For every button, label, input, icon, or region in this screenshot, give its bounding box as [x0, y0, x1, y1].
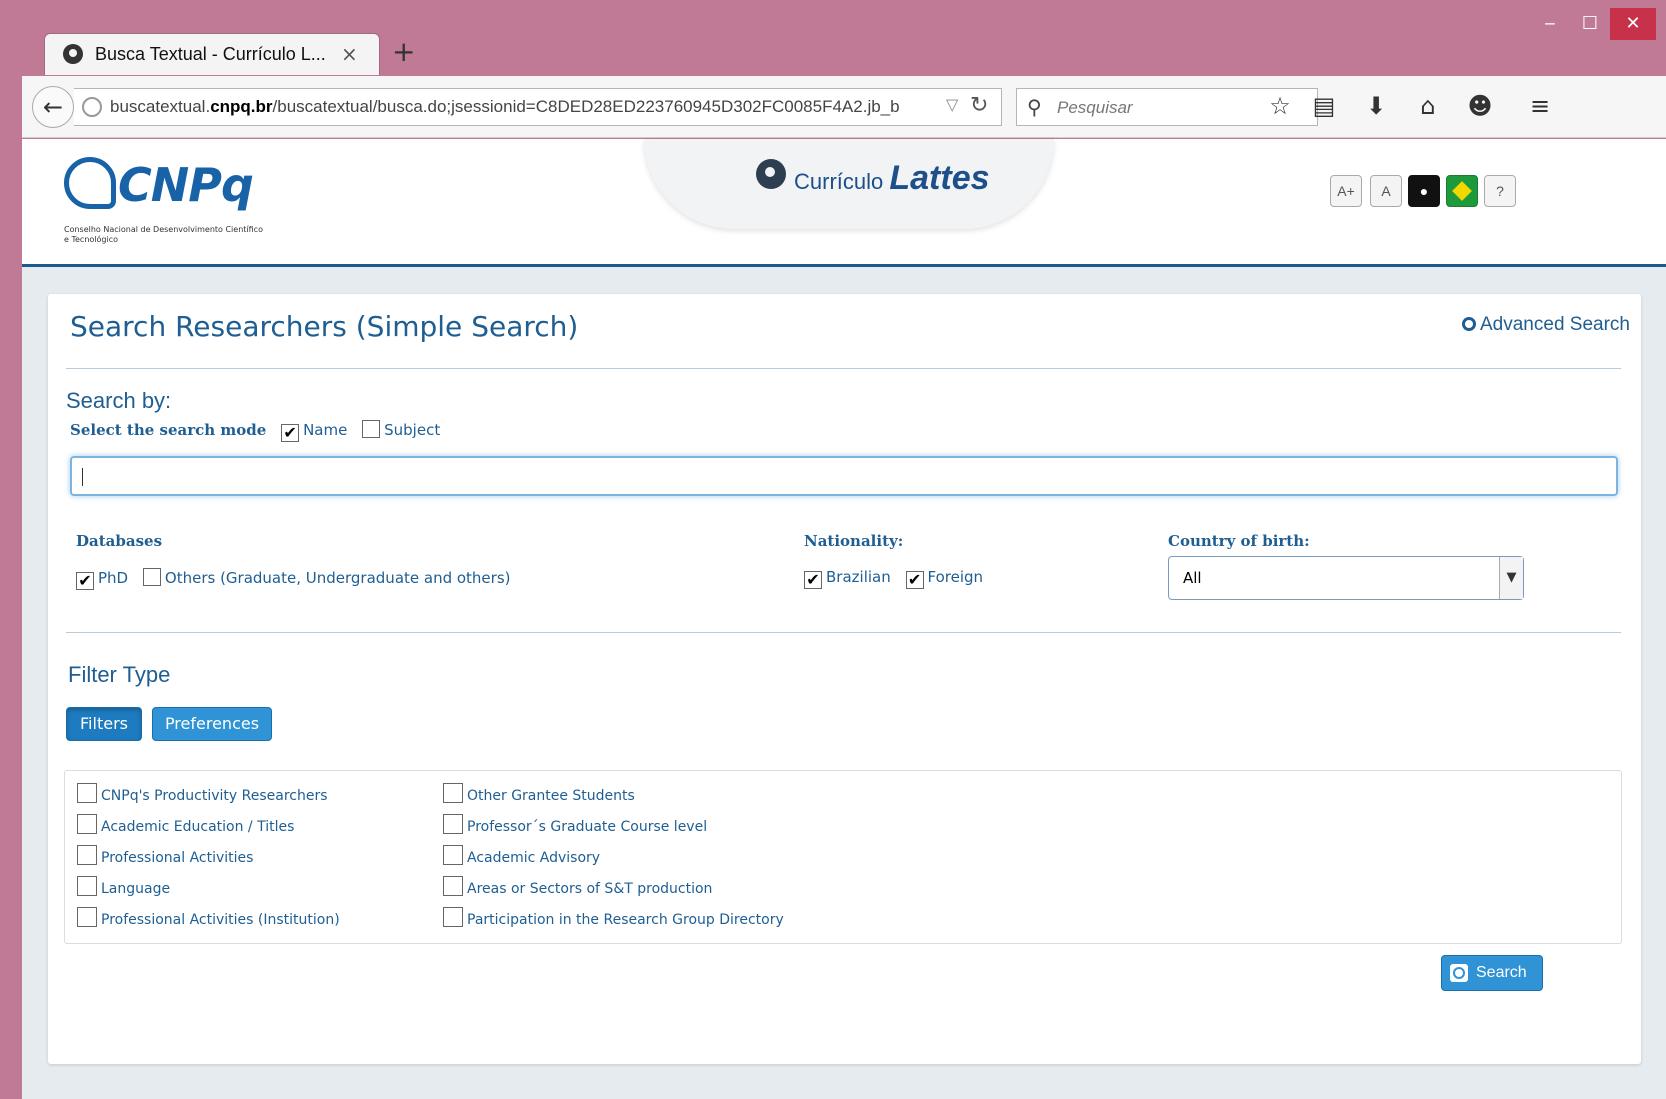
- databases-label: Databases: [76, 532, 163, 550]
- databases-options: ✔ PhD Others (Graduate, Undergraduate and…: [76, 568, 511, 590]
- divider: [66, 368, 1621, 369]
- search-button[interactable]: Search: [1441, 955, 1543, 991]
- filter-item[interactable]: Professor´s Graduate Course level: [443, 814, 784, 845]
- lattes-favicon-icon: [63, 44, 83, 64]
- filter-checkbox[interactable]: [443, 845, 463, 865]
- chevron-down-icon[interactable]: ▼: [1499, 557, 1523, 599]
- filter-item[interactable]: Professional Activities: [77, 845, 340, 876]
- filter-checkbox[interactable]: [443, 814, 463, 834]
- text-caret: [82, 468, 83, 486]
- search-mode-label: Select the search mode: [70, 421, 267, 439]
- filter-checkbox[interactable]: [77, 783, 97, 803]
- country-label: Country of birth:: [1168, 532, 1310, 550]
- search-icon: ⚲: [1027, 95, 1042, 119]
- home-icon[interactable]: ⌂: [1410, 88, 1446, 124]
- minimize-button[interactable]: ‒: [1530, 8, 1570, 40]
- brazilian-label: Brazilian: [826, 568, 891, 586]
- country-selected-value: All: [1183, 569, 1202, 587]
- page-title: Search Researchers (Simple Search): [70, 310, 579, 343]
- reading-list-icon[interactable]: ▤: [1306, 88, 1342, 124]
- close-tab-icon[interactable]: ×: [341, 42, 358, 66]
- phd-label: PhD: [98, 569, 129, 587]
- new-tab-button[interactable]: +: [392, 38, 415, 66]
- search-mode-row: Select the search mode ✔ Name Subject: [70, 420, 440, 442]
- cnpq-mark-icon: [64, 157, 116, 209]
- menu-icon[interactable]: ≡: [1522, 88, 1558, 124]
- search-icon: [1450, 964, 1468, 982]
- close-window-button[interactable]: ✕: [1610, 8, 1656, 40]
- brazilian-checkbox[interactable]: ✔: [804, 571, 822, 589]
- reload-icon[interactable]: ↻: [970, 93, 988, 118]
- star-icon[interactable]: ☆: [1262, 88, 1298, 124]
- lattes-icon: [756, 159, 786, 189]
- filter-checkbox[interactable]: [443, 876, 463, 896]
- search-card: Search Researchers (Simple Search) Advan…: [48, 294, 1641, 1064]
- filter-item[interactable]: Participation in the Research Group Dire…: [443, 907, 784, 938]
- nationality-options: ✔ Brazilian ✔ Foreign: [804, 568, 983, 589]
- cnpq-subtitle: Conselho Nacional de Desenvolvimento Cie…: [64, 225, 263, 244]
- tab-preferences[interactable]: Preferences: [152, 707, 272, 741]
- tab-filters[interactable]: Filters: [66, 707, 142, 741]
- divider: [66, 632, 1621, 633]
- lattes-banner[interactable]: Currículo Lattes: [644, 139, 1054, 229]
- filter-item[interactable]: Academic Advisory: [443, 845, 784, 876]
- country-select[interactable]: All ▼: [1168, 556, 1524, 600]
- filter-item[interactable]: Professional Activities (Institution): [77, 907, 340, 938]
- filter-checkbox[interactable]: [77, 876, 97, 896]
- brazil-flag-icon[interactable]: [1446, 175, 1478, 207]
- filter-checkbox[interactable]: [77, 845, 97, 865]
- filter-column-left: CNPq's Productivity Researchers Academic…: [77, 783, 340, 938]
- search-query-input[interactable]: [70, 456, 1618, 496]
- filter-checkbox[interactable]: [443, 907, 463, 927]
- nationality-label: Nationality:: [804, 532, 904, 550]
- filter-item[interactable]: Areas or Sectors of S&T production: [443, 876, 784, 907]
- filter-type-title: Filter Type: [68, 662, 171, 687]
- url-dropdown-icon[interactable]: ▽: [946, 95, 958, 114]
- subject-mode-label: Subject: [384, 421, 441, 439]
- filter-options-box: CNPq's Productivity Researchers Academic…: [64, 770, 1622, 944]
- tab-title: Busca Textual - Currículo L...: [95, 44, 326, 64]
- contrast-button[interactable]: ●: [1408, 175, 1440, 207]
- web-page: CNPq Conselho Nacional de Desenvolviment…: [22, 139, 1666, 1099]
- magnifier-icon: [1462, 317, 1476, 331]
- url-text[interactable]: buscatextual.cnpq.br/buscatextual/busca.…: [110, 97, 900, 117]
- title-bar: ‒ ☐ ✕ Busca Textual - Currículo L... × +: [0, 0, 1666, 75]
- name-mode-label: Name: [303, 421, 348, 439]
- back-button[interactable]: ←: [32, 86, 74, 128]
- globe-icon: [82, 97, 102, 117]
- filter-checkbox[interactable]: [77, 907, 97, 927]
- phd-checkbox[interactable]: ✔: [76, 572, 94, 590]
- filter-item[interactable]: Language: [77, 876, 340, 907]
- help-button[interactable]: ?: [1484, 175, 1516, 207]
- filter-item[interactable]: Other Grantee Students: [443, 783, 784, 814]
- advanced-search-link[interactable]: Advanced Search: [1462, 314, 1630, 336]
- others-checkbox[interactable]: [142, 568, 161, 586]
- maximize-button[interactable]: ☐: [1570, 8, 1610, 40]
- chat-icon[interactable]: ☻: [1462, 88, 1498, 124]
- browser-window: ‒ ☐ ✕ Busca Textual - Currículo L... × +…: [0, 0, 1666, 1099]
- foreign-checkbox[interactable]: ✔: [905, 571, 924, 589]
- subject-mode-checkbox[interactable]: [362, 420, 381, 438]
- site-header: CNPq Conselho Nacional de Desenvolviment…: [22, 139, 1666, 267]
- download-icon[interactable]: ⬇: [1358, 88, 1394, 124]
- foreign-label: Foreign: [927, 568, 984, 586]
- search-placeholder: Pesquisar: [1057, 98, 1133, 117]
- normal-font-button[interactable]: A: [1370, 175, 1402, 207]
- lattes-title: Currículo Lattes: [794, 159, 990, 197]
- navigation-bar: ← buscatextual.cnpq.br/buscatextual/busc…: [22, 76, 1666, 138]
- filter-item[interactable]: CNPq's Productivity Researchers: [77, 783, 340, 814]
- name-mode-checkbox[interactable]: ✔: [281, 424, 300, 442]
- search-by-label: Search by:: [66, 388, 172, 413]
- filter-item[interactable]: Academic Education / Titles: [77, 814, 340, 845]
- browser-tab[interactable]: Busca Textual - Currículo L... ×: [44, 33, 380, 75]
- address-bar[interactable]: buscatextual.cnpq.br/buscatextual/busca.…: [74, 88, 1002, 126]
- filter-checkbox[interactable]: [77, 814, 97, 834]
- filter-checkbox[interactable]: [443, 783, 463, 803]
- filter-column-right: Other Grantee Students Professor´s Gradu…: [443, 783, 784, 938]
- cnpq-logo[interactable]: CNPq: [64, 157, 254, 212]
- increase-font-button[interactable]: A+: [1330, 175, 1362, 207]
- others-label: Others (Graduate, Undergraduate and othe…: [164, 569, 511, 587]
